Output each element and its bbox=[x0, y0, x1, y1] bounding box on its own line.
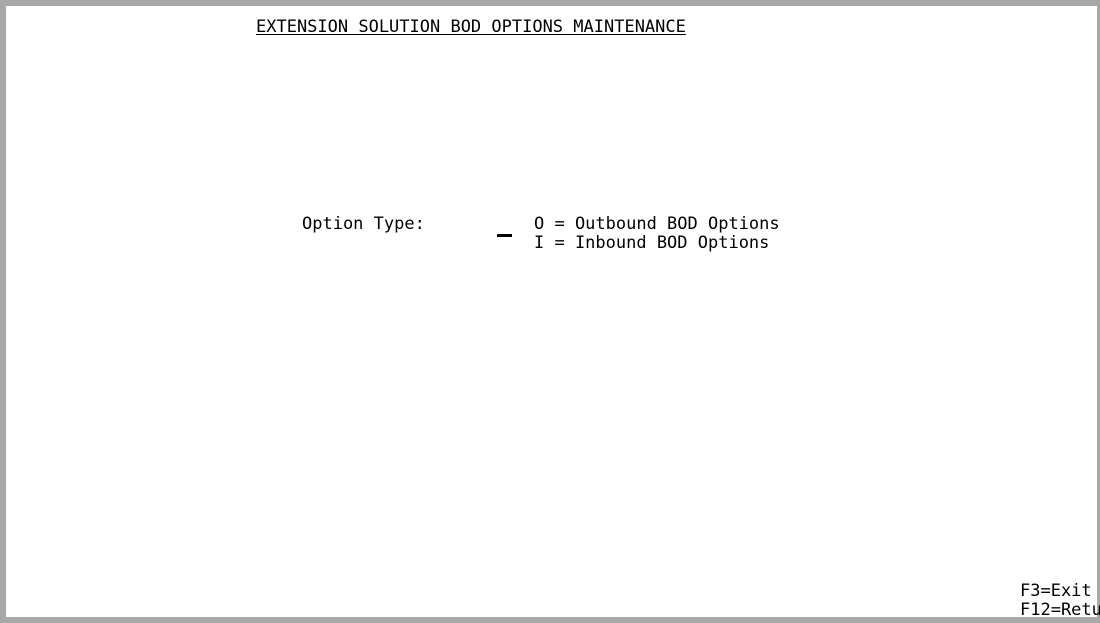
f12-return-key[interactable]: F12=Return bbox=[1020, 601, 1100, 620]
f3-exit-key[interactable]: F3=Exit bbox=[1020, 582, 1092, 601]
page-title: EXTENSION SOLUTION BOD OPTIONS MAINTENAN… bbox=[256, 17, 686, 37]
option-type-input[interactable] bbox=[497, 220, 512, 237]
option-type-label: Option Type: bbox=[302, 214, 425, 234]
option-inbound-legend: I = Inbound BOD Options bbox=[534, 233, 770, 253]
option-outbound-legend: O = Outbound BOD Options bbox=[534, 214, 780, 234]
terminal-screen: EXTENSION SOLUTION BOD OPTIONS MAINTENAN… bbox=[0, 0, 1100, 623]
